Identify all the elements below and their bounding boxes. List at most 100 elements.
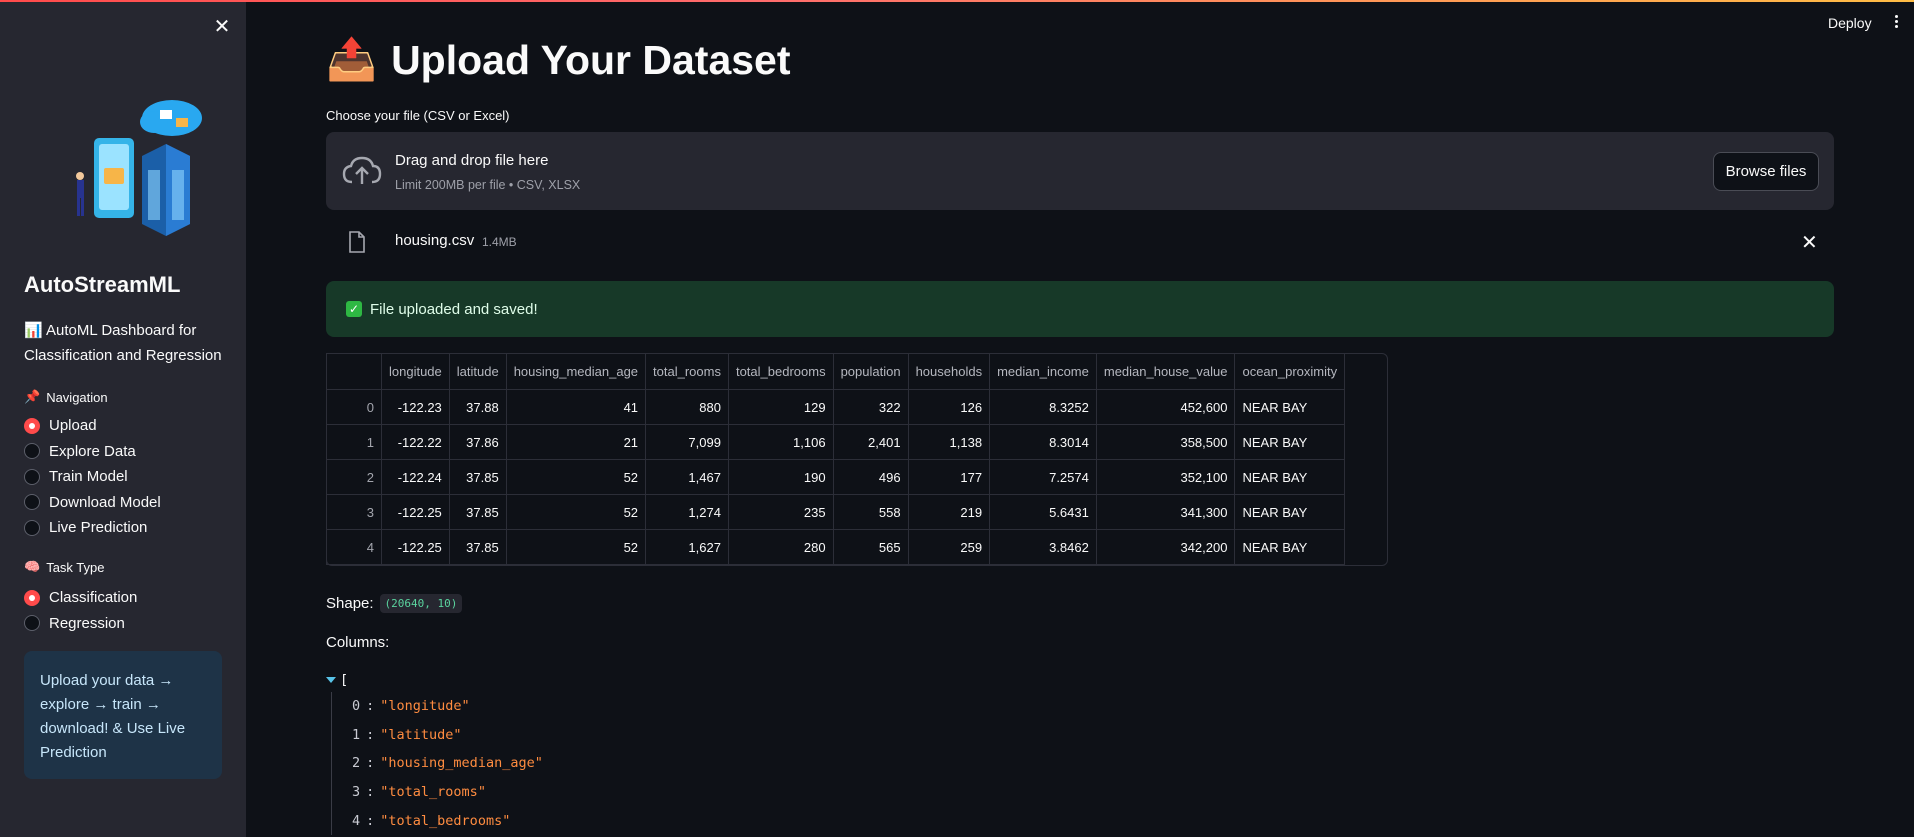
app-brand: AutoStreamML <box>24 272 181 297</box>
collapse-triangle-icon[interactable] <box>326 677 336 683</box>
radio-empty-icon <box>24 468 40 485</box>
table-cell[interactable]: 52 <box>505 459 647 495</box>
file-uploader-label: Choose your file (CSV or Excel) <box>326 108 510 123</box>
remove-file-icon[interactable]: ✕ <box>1801 230 1818 255</box>
deploy-button[interactable]: Deploy <box>1828 15 1872 31</box>
table-cell[interactable]: 1,138 <box>907 424 991 460</box>
table-cell[interactable]: -122.23 <box>381 389 450 425</box>
nav-option-train-model[interactable]: Train Model <box>24 464 161 490</box>
shape-label: Shape: <box>326 595 374 612</box>
table-cell[interactable]: 219 <box>907 494 991 530</box>
column-header[interactable]: ocean_proximity <box>1234 353 1346 390</box>
table-cell[interactable]: 8.3014 <box>989 424 1097 460</box>
json-separator: : <box>366 812 375 829</box>
table-cell[interactable]: 342,200 <box>1095 529 1236 565</box>
json-separator: : <box>366 784 375 801</box>
nav-option-live-prediction[interactable]: Live Prediction <box>24 515 161 541</box>
table-cell[interactable]: 177 <box>907 459 991 495</box>
table-cell[interactable]: 280 <box>727 529 834 565</box>
table-cell[interactable]: 358,500 <box>1095 424 1236 460</box>
json-array-toggle[interactable]: [ <box>326 672 543 688</box>
column-header[interactable]: housing_median_age <box>505 353 647 390</box>
table-cell[interactable]: 7.2574 <box>989 459 1097 495</box>
table-cell[interactable]: 37.85 <box>448 529 507 565</box>
table-cell[interactable]: -122.25 <box>381 529 450 565</box>
table-cell[interactable]: 880 <box>645 389 729 425</box>
nav-option-upload[interactable]: Upload <box>24 413 161 439</box>
table-cell[interactable]: 5.6431 <box>989 494 1097 530</box>
task-type-radio-group: Classification Regression <box>24 585 137 636</box>
row-index-cell[interactable]: 0 <box>326 389 382 425</box>
nav-option-download-model[interactable]: Download Model <box>24 490 161 516</box>
main-menu-icon[interactable] <box>1890 13 1902 33</box>
table-row: 4 -122.25 37.85 52 1,627 280 565 259 3.8462 342,2… <box>326 529 1346 565</box>
table-cell[interactable]: 1,106 <box>727 424 834 460</box>
task-option-regression[interactable]: Regression <box>24 611 137 637</box>
table-cell[interactable]: 7,099 <box>645 424 729 460</box>
column-header[interactable] <box>326 353 382 390</box>
file-dropzone[interactable]: Drag and drop file here Limit 200MB per … <box>326 132 1834 210</box>
page-title: 📤 Upload Your Dataset <box>326 36 791 84</box>
column-header[interactable]: latitude <box>448 353 507 390</box>
table-cell[interactable]: 37.85 <box>448 494 507 530</box>
table-cell[interactable]: NEAR BAY <box>1234 494 1346 530</box>
table-cell[interactable]: NEAR BAY <box>1234 459 1346 495</box>
table-cell[interactable]: -122.25 <box>381 494 450 530</box>
table-cell[interactable]: NEAR BAY <box>1234 424 1346 460</box>
table-cell[interactable]: 259 <box>907 529 991 565</box>
task-option-classification[interactable]: Classification <box>24 585 137 611</box>
table-cell[interactable]: 322 <box>832 389 909 425</box>
row-index-cell[interactable]: 3 <box>326 494 382 530</box>
navigation-radio-group: Upload Explore Data Train Model Download… <box>24 413 161 541</box>
table-cell[interactable]: NEAR BAY <box>1234 389 1346 425</box>
table-cell[interactable]: 1,467 <box>645 459 729 495</box>
table-cell[interactable]: 341,300 <box>1095 494 1236 530</box>
dataframe-table[interactable]: longitude latitude housing_median_age total… <box>326 353 1346 565</box>
table-cell[interactable]: 37.86 <box>448 424 507 460</box>
table-cell[interactable]: 1,274 <box>645 494 729 530</box>
table-cell[interactable]: 52 <box>505 529 647 565</box>
table-cell[interactable]: 558 <box>832 494 909 530</box>
json-item: 0: "longitude" <box>352 692 543 721</box>
table-cell[interactable]: 129 <box>727 389 834 425</box>
column-header[interactable]: median_house_value <box>1095 353 1236 390</box>
table-cell[interactable]: 21 <box>505 424 647 460</box>
table-cell[interactable]: 496 <box>832 459 909 495</box>
column-header[interactable]: median_income <box>989 353 1097 390</box>
table-cell[interactable]: 565 <box>832 529 909 565</box>
table-cell[interactable]: 52 <box>505 494 647 530</box>
top-decoration-bar <box>0 0 1914 2</box>
browse-files-button[interactable]: Browse files <box>1713 152 1819 191</box>
table-row: 2 -122.24 37.85 52 1,467 190 496 177 7.2574 352,1… <box>326 459 1346 495</box>
row-index-cell[interactable]: 1 <box>326 424 382 460</box>
column-header[interactable]: longitude <box>381 353 450 390</box>
table-cell[interactable]: 37.85 <box>448 459 507 495</box>
column-header[interactable]: population <box>832 353 909 390</box>
close-sidebar-icon[interactable]: ✕ <box>211 16 233 38</box>
table-cell[interactable]: 1,627 <box>645 529 729 565</box>
radio-empty-icon <box>24 519 40 536</box>
table-cell[interactable]: 8.3252 <box>989 389 1097 425</box>
hero-illustration <box>76 100 202 236</box>
table-cell[interactable]: 37.88 <box>448 389 507 425</box>
check-mark-icon: ✓ <box>346 301 362 317</box>
row-index-cell[interactable]: 4 <box>326 529 382 565</box>
table-cell[interactable]: 352,100 <box>1095 459 1236 495</box>
table-cell[interactable]: 190 <box>727 459 834 495</box>
row-index-cell[interactable]: 2 <box>326 459 382 495</box>
nav-option-explore-data[interactable]: Explore Data <box>24 439 161 465</box>
radio-selected-icon <box>24 417 40 434</box>
table-cell[interactable]: 41 <box>505 389 647 425</box>
table-cell[interactable]: 2,401 <box>832 424 909 460</box>
table-cell[interactable]: 3.8462 <box>989 529 1097 565</box>
table-cell[interactable]: 235 <box>727 494 834 530</box>
column-header[interactable]: households <box>907 353 991 390</box>
column-header[interactable]: total_rooms <box>645 353 729 390</box>
file-icon <box>349 231 365 253</box>
table-cell[interactable]: -122.22 <box>381 424 450 460</box>
column-header[interactable]: total_bedrooms <box>727 353 834 390</box>
table-cell[interactable]: 452,600 <box>1095 389 1236 425</box>
table-cell[interactable]: NEAR BAY <box>1234 529 1346 565</box>
table-cell[interactable]: -122.24 <box>381 459 450 495</box>
table-cell[interactable]: 126 <box>907 389 991 425</box>
